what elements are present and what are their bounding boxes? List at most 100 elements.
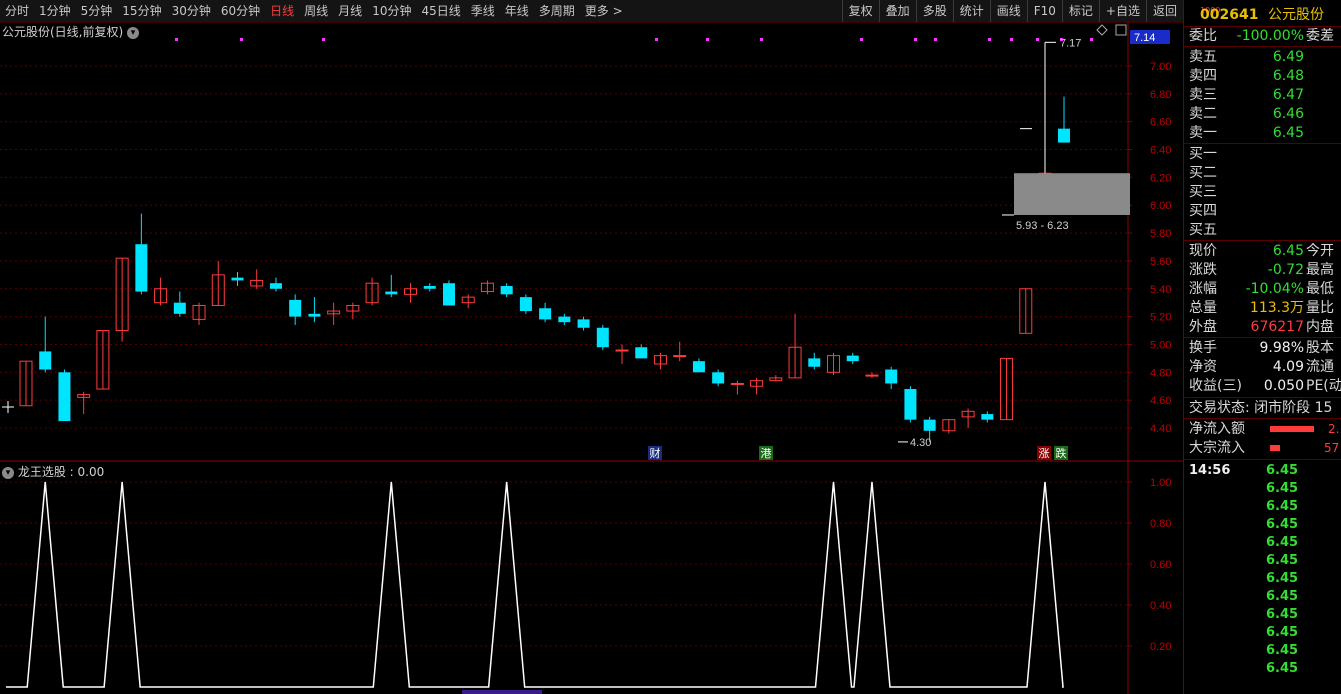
diamond-icon bbox=[1096, 24, 1108, 36]
tick-price: 6.45 bbox=[1266, 553, 1299, 568]
candle-body bbox=[673, 355, 687, 358]
signal-dot bbox=[322, 38, 325, 41]
tick-price: 6.45 bbox=[1266, 481, 1299, 496]
candle-body bbox=[539, 308, 552, 320]
indicator-title-text: 龙王选股 : 0.00 bbox=[17, 465, 105, 479]
tick-price: 6.45 bbox=[1266, 499, 1299, 514]
stat-label: 涨跌 bbox=[1189, 262, 1217, 278]
current-price-tag: 7.14 bbox=[1134, 32, 1155, 44]
divider bbox=[1184, 397, 1341, 398]
stat-label2: 内盘 bbox=[1306, 319, 1334, 335]
tick-price: 6.45 bbox=[1266, 463, 1299, 478]
stat2-label: 净资 bbox=[1189, 359, 1217, 375]
signal-dot bbox=[934, 38, 937, 41]
divider bbox=[1184, 459, 1341, 460]
candle-body bbox=[39, 351, 52, 370]
price-tick-label: 4.60 bbox=[1150, 395, 1171, 407]
tick-price: 6.45 bbox=[1266, 535, 1299, 550]
price-tick-label: 7.00 bbox=[1150, 61, 1171, 73]
stat2-label2: 股本 bbox=[1306, 340, 1334, 356]
stat-value: -10.04% bbox=[1245, 281, 1304, 297]
stat2-value: 4.09 bbox=[1272, 359, 1304, 375]
candle-body bbox=[423, 285, 436, 289]
candle-body bbox=[692, 361, 705, 373]
price-tick-label: 6.40 bbox=[1150, 145, 1171, 157]
sell-label: 卖一 bbox=[1189, 125, 1217, 141]
net-inflow-row: 净流入额 2. bbox=[1184, 420, 1341, 439]
divider bbox=[1184, 240, 1341, 241]
sell-label: 卖二 bbox=[1189, 106, 1217, 122]
divider bbox=[1184, 46, 1341, 47]
weibi-label: 委比 bbox=[1189, 28, 1217, 44]
signal-dot bbox=[914, 38, 917, 41]
net-inflow-label: 净流入额 bbox=[1189, 421, 1245, 437]
signal-dot bbox=[760, 38, 763, 41]
indicator-title: ▾ 龙王选股 : 0.00 bbox=[2, 463, 104, 480]
signal-dot bbox=[175, 38, 178, 41]
stat-value: -0.72 bbox=[1267, 262, 1304, 278]
candle-body bbox=[231, 277, 244, 281]
sell-price: 6.45 bbox=[1272, 125, 1304, 141]
candle-body bbox=[269, 283, 282, 289]
weibi-value: -100.00% bbox=[1236, 28, 1304, 44]
tick-row: 6.45 bbox=[1184, 642, 1341, 660]
tick-row: 6.45 bbox=[1184, 534, 1341, 552]
stat-label2: 今开 bbox=[1306, 243, 1334, 259]
stat-label2: 最高 bbox=[1306, 262, 1334, 278]
marker-zhang: 涨 bbox=[1039, 447, 1050, 460]
block-inflow-value: 57 bbox=[1324, 441, 1340, 455]
kline-chart[interactable]: 7.00 6.80 6.60 6.40 6.20 6.00 5.80 5.60 5.40 5.20… bbox=[0, 0, 1183, 694]
candle-body bbox=[615, 349, 629, 352]
price-tick-label: 4.80 bbox=[1150, 367, 1171, 379]
low-annotation: 4.30 bbox=[910, 437, 931, 449]
marker-die: 跌 bbox=[1056, 446, 1067, 460]
candle-body bbox=[846, 355, 859, 362]
price-tick-label: 6.00 bbox=[1150, 200, 1171, 212]
tick-price: 6.45 bbox=[1266, 661, 1299, 676]
tick-price: 6.45 bbox=[1266, 517, 1299, 532]
quote-panel: 1000 002641 公元股份 委比 -100.00% 委差 卖五 6.49 卖四… bbox=[1183, 0, 1341, 694]
scroll-thumb bbox=[462, 690, 542, 694]
chevron-down-icon[interactable]: ▾ bbox=[2, 466, 14, 479]
stat2-label: 收益(三) bbox=[1189, 378, 1242, 394]
price-tick-label: 5.00 bbox=[1150, 339, 1171, 351]
signal-dot bbox=[706, 38, 709, 41]
tick-row: 6.45 bbox=[1184, 624, 1341, 642]
stock-name: 公元股份 bbox=[1268, 7, 1324, 23]
trade-status: 交易状态: 闭市阶段 15 bbox=[1184, 399, 1341, 418]
candle-body bbox=[981, 414, 994, 420]
price-tick-label: 6.60 bbox=[1150, 117, 1171, 129]
stat-row: 外盘 676217 内盘 bbox=[1184, 318, 1341, 337]
net-inflow-bar bbox=[1270, 426, 1314, 432]
stat2-value: 9.98% bbox=[1259, 340, 1304, 356]
signal-dot bbox=[1036, 38, 1039, 41]
tick-row: 6.45 bbox=[1184, 570, 1341, 588]
tick-row: 6.45 bbox=[1184, 462, 1341, 480]
tick-price: 6.45 bbox=[1266, 625, 1299, 640]
sell-label: 卖三 bbox=[1189, 87, 1217, 103]
sell-price: 6.46 bbox=[1272, 106, 1304, 122]
stat-row: 涨幅 -10.04% 最低 bbox=[1184, 280, 1341, 299]
candle-body bbox=[904, 389, 917, 420]
marker-cai: 财 bbox=[650, 446, 661, 460]
stat-row: 总量 113.3万 量比 bbox=[1184, 299, 1341, 318]
chart-title-text: 公元股份(日线,前复权) bbox=[2, 25, 124, 39]
chevron-down-icon[interactable]: ▾ bbox=[127, 26, 140, 39]
weicha-label: 委差 bbox=[1306, 28, 1334, 44]
stock-header: 1000 002641 公元股份 bbox=[1184, 3, 1341, 27]
net-inflow-value: 2. bbox=[1328, 422, 1340, 436]
stat2-row: 收益(三) 0.050 PE(动 bbox=[1184, 377, 1341, 396]
sell-row: 卖二 6.46 bbox=[1184, 105, 1341, 124]
candle-body bbox=[635, 347, 648, 359]
buy-label: 买五 bbox=[1189, 222, 1217, 238]
stat-label: 涨幅 bbox=[1189, 281, 1217, 297]
stat-label: 外盘 bbox=[1189, 319, 1217, 335]
price-tick-label: 4.40 bbox=[1150, 423, 1171, 435]
stat2-label2: PE(动 bbox=[1306, 378, 1341, 394]
high-annotation: 7.17 bbox=[1060, 37, 1081, 49]
stat-row: 涨跌 -0.72 最高 bbox=[1184, 261, 1341, 280]
candle-body bbox=[577, 319, 590, 328]
sell-row: 卖五 6.49 bbox=[1184, 48, 1341, 67]
buy-label: 买二 bbox=[1189, 165, 1217, 181]
ind-tick-label: 1.00 bbox=[1150, 477, 1171, 489]
